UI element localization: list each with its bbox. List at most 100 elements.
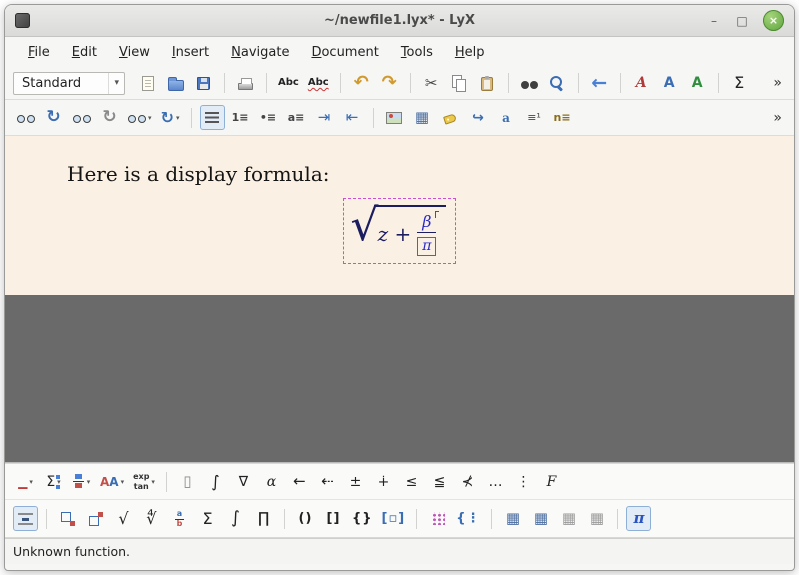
new-document-button[interactable] [135,71,160,96]
math-nabla-operators-button[interactable]: ∇ [231,469,256,494]
math-ams-relations-button[interactable]: ≦ [427,469,452,494]
copy-button[interactable] [447,71,472,96]
redo-button[interactable]: ↷ [377,71,402,96]
cut-button[interactable]: ✂ [419,71,444,96]
minimize-button[interactable]: – [707,14,721,28]
math-ams-letters-button[interactable]: F [539,469,564,494]
menu-item-help[interactable]: Help [446,41,494,64]
subscript-button[interactable] [55,506,80,531]
fraction-numerator[interactable]: β [417,212,436,233]
display-formula-toggle-button[interactable] [13,506,38,531]
math-relations-button[interactable]: ≤ [399,469,424,494]
insert-sum-button[interactable]: Σ [195,506,220,531]
view-master-document-button[interactable] [69,105,94,130]
check-track-changes-button[interactable]: Abc [305,71,332,96]
insert-note-button[interactable]: n≡ [550,105,575,130]
menu-item-edit[interactable]: Edit [63,41,106,64]
titlebar[interactable]: ~/newfile1.lyx* - LyX – □ × [5,5,794,37]
insert-graphics-button[interactable] [382,105,407,130]
math-decorations-button[interactable]: ▁▾ [13,469,38,494]
save-document-button[interactable] [191,71,216,96]
math-negated-relations-button[interactable]: ⊀ [455,469,480,494]
math-operators-button[interactable]: ± [343,469,368,494]
increase-depth-button[interactable]: ⇥ [312,105,337,130]
math-fractions-button[interactable]: ▾ [69,469,94,494]
add-row-button[interactable]: ▦ [500,506,525,531]
menu-item-insert[interactable]: Insert [163,41,218,64]
superscript-button[interactable] [83,506,108,531]
math-fonts-button[interactable]: AA▾ [97,469,127,494]
math-functions-button[interactable]: exp tan▾ [130,469,158,494]
insert-math-button[interactable]: Σ [727,71,752,96]
print-document-button[interactable] [233,71,258,96]
menu-item-document[interactable]: Document [302,41,387,64]
open-document-button[interactable] [163,71,188,96]
document-area[interactable]: Here is a display formula: √ z + β π [5,136,794,463]
paragraph-style-selector[interactable]: Standard ▾ [13,72,125,95]
square-root-button[interactable]: √ [111,506,136,531]
maximize-button[interactable]: □ [735,14,749,28]
insert-table-button[interactable]: ▦ [410,105,435,130]
insert-cases-button[interactable]: {⋮ [453,506,483,531]
math-insert-box-button[interactable]: ▯ [175,469,200,494]
insert-braces-button[interactable]: {} [349,506,376,531]
insert-parentheses-button[interactable]: () [293,506,318,531]
fraction[interactable]: β π [417,212,436,256]
navigate-back-button[interactable]: ← [587,71,612,96]
insert-brackets-button[interactable]: [] [321,506,346,531]
decrease-depth-button[interactable]: ⇤ [340,105,365,130]
math-misc-symbols-button[interactable]: ⋮ [511,469,536,494]
menu-item-navigate[interactable]: Navigate [222,41,298,64]
menu-item-tools[interactable]: Tools [392,41,442,64]
toggle-emphasis-button[interactable]: A [629,71,654,96]
spellcheck-button[interactable]: Abc [275,71,302,96]
insert-matrix-button[interactable] [425,506,450,531]
menu-item-view[interactable]: View [110,41,159,64]
math-dashed-arrows-button[interactable]: ⇠ [315,469,340,494]
undo-button[interactable]: ↶ [349,71,374,96]
toolbar-separator [617,509,618,529]
delete-row-button[interactable]: ▦ [556,506,581,531]
denominator-cell[interactable]: π [417,237,436,256]
close-button[interactable]: × [763,10,784,31]
fraction-denominator[interactable]: π [417,233,436,256]
math-dots-button[interactable]: … [483,469,508,494]
delete-column-button[interactable]: ▦ [584,506,609,531]
insert-integral-button[interactable]: ∫ [223,506,248,531]
update-document-button[interactable]: ↻ [41,105,66,130]
math-panel-toggle-button[interactable]: π [626,506,651,531]
toggle-noun-button[interactable]: A [657,71,682,96]
apply-last-style-button[interactable]: A [685,71,710,96]
insert-index-entry-button[interactable]: a [494,105,519,130]
toolbar-overflow-button[interactable]: » [769,73,786,93]
add-column-button[interactable]: ▦ [528,506,553,531]
insert-footnote-button[interactable]: ≡¹ [522,105,547,130]
math-big-operators-button[interactable]: Σ▾ [41,469,66,494]
update-master-document-button[interactable]: ↻ [97,105,122,130]
document-page[interactable]: Here is a display formula: √ z + β π [5,136,794,295]
paste-button[interactable] [475,71,500,96]
bullet-list-button[interactable]: •≡ [256,105,281,130]
zoom-button[interactable] [545,71,570,96]
update-other-formats-button[interactable]: ↻▾ [158,105,183,130]
insert-label-button[interactable] [438,105,463,130]
nth-root-button[interactable]: ∜ [139,506,164,531]
insert-cross-reference-button[interactable]: ↪ [466,105,491,130]
view-document-button[interactable] [13,105,38,130]
math-ams-operators-button[interactable]: ∔ [371,469,396,494]
toolbar-overflow-button[interactable]: » [769,108,786,128]
math-integral-operators-button[interactable]: ∫ [203,469,228,494]
view-other-formats-button[interactable]: ▾ [125,105,155,130]
math-arrows-button[interactable]: ← [287,469,312,494]
insert-delimiters-button[interactable]: [▫] [379,506,409,531]
numbered-list-button[interactable]: 1≡ [228,105,253,130]
document-paragraph[interactable]: Here is a display formula: [67,162,794,186]
paragraph-settings-button[interactable] [200,105,225,130]
find-replace-button[interactable] [517,71,542,96]
insert-fraction-button[interactable] [167,506,192,531]
menu-item-file[interactable]: File [19,41,59,64]
description-list-button[interactable]: a≡ [284,105,309,130]
math-greek-letters-button[interactable]: α [259,469,284,494]
math-inset[interactable]: √ z + β π [343,198,457,264]
insert-product-button[interactable]: ∏ [251,506,276,531]
